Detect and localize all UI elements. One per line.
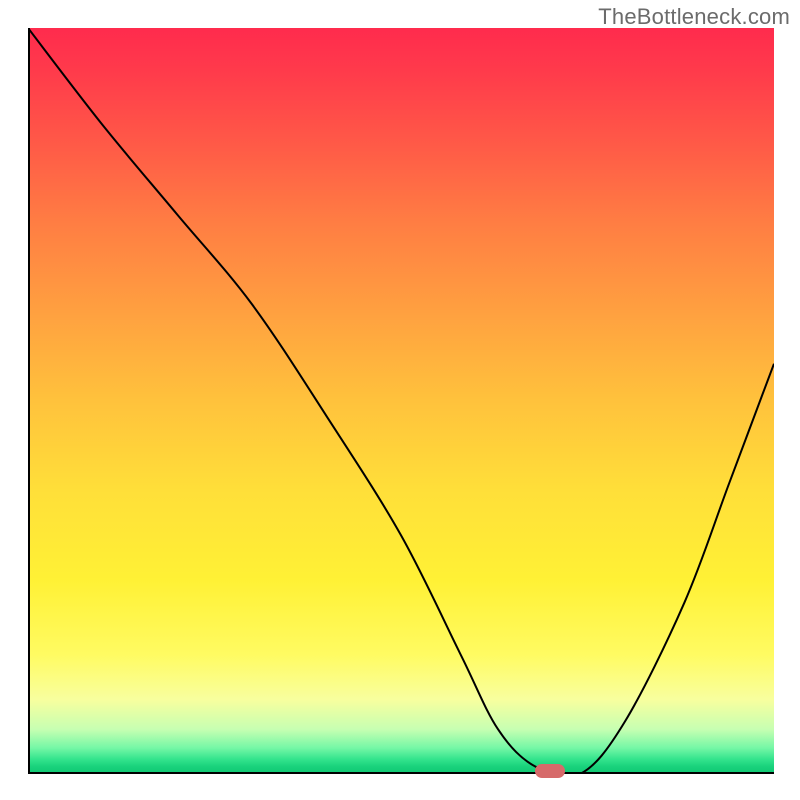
bottleneck-curve-path [28,28,774,774]
chart-area [28,28,774,774]
bottleneck-curve [28,28,774,774]
optimum-marker [535,764,565,778]
watermark-text: TheBottleneck.com [598,4,790,30]
